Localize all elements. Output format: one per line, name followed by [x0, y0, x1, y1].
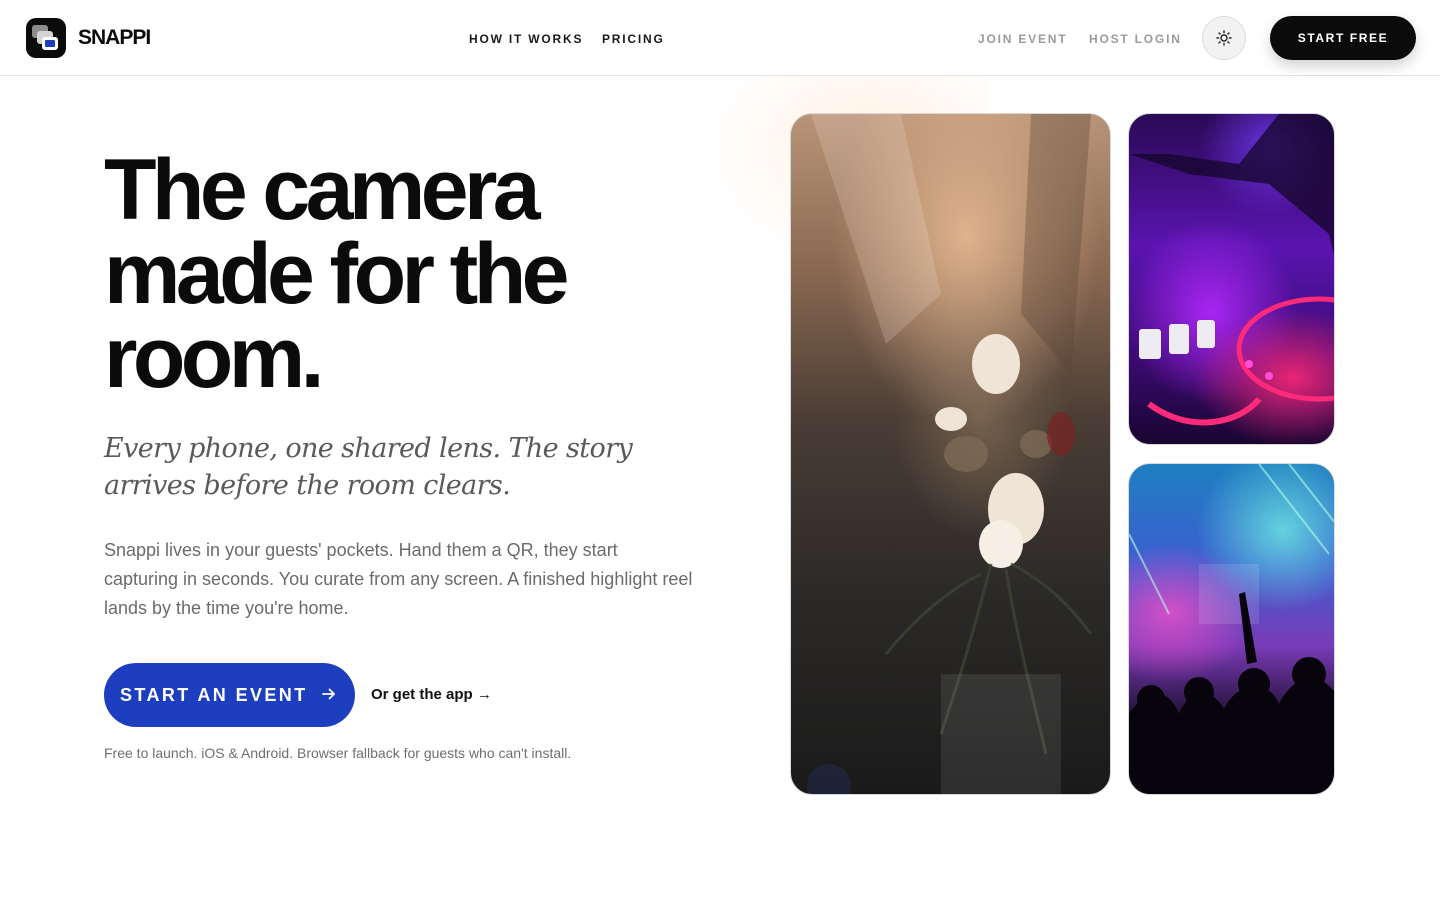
concert-crowd-photo — [1128, 463, 1335, 795]
nav-link-pricing[interactable]: PRICING — [602, 31, 665, 47]
wedding-bouquet-photo — [790, 113, 1111, 795]
headline-line-2: made for the — [104, 226, 569, 322]
join-event-link[interactable]: JOIN EVENT — [978, 31, 1067, 47]
headline-line-1: The camera — [104, 142, 541, 238]
host-login-link[interactable]: HOST LOGIN — [1089, 31, 1182, 47]
hero-headline: The camera made for the room. — [104, 142, 704, 406]
logo-icon[interactable] — [26, 18, 66, 58]
brand-name[interactable]: SNAPPI — [78, 26, 151, 50]
sun-icon — [1216, 30, 1232, 46]
start-an-event-button[interactable]: START AN EVENT — [104, 663, 355, 727]
hero-fineprint: Free to launch. iOS & Android. Browser f… — [104, 745, 572, 761]
nav-link-how-it-works[interactable]: HOW IT WORKS — [469, 31, 583, 47]
dj-decks-photo — [1128, 113, 1335, 445]
headline-line-3: room. — [104, 310, 325, 406]
get-the-app-link[interactable]: Or get the app → — [371, 686, 492, 704]
top-nav: SNAPPI HOW IT WORKS PRICING JOIN EVENT H… — [0, 0, 1440, 76]
start-an-event-label: START AN EVENT — [120, 684, 308, 705]
hero-body: Snappi lives in your guests' pockets. Ha… — [104, 540, 693, 618]
theme-toggle-button[interactable] — [1202, 16, 1246, 60]
start-free-button[interactable]: START FREE — [1270, 16, 1416, 60]
hero-subhead: Every phone, one shared lens. The story … — [104, 433, 633, 501]
arrow-right-icon — [322, 688, 335, 700]
landing-page: SNAPPI HOW IT WORKS PRICING JOIN EVENT H… — [0, 0, 1440, 900]
